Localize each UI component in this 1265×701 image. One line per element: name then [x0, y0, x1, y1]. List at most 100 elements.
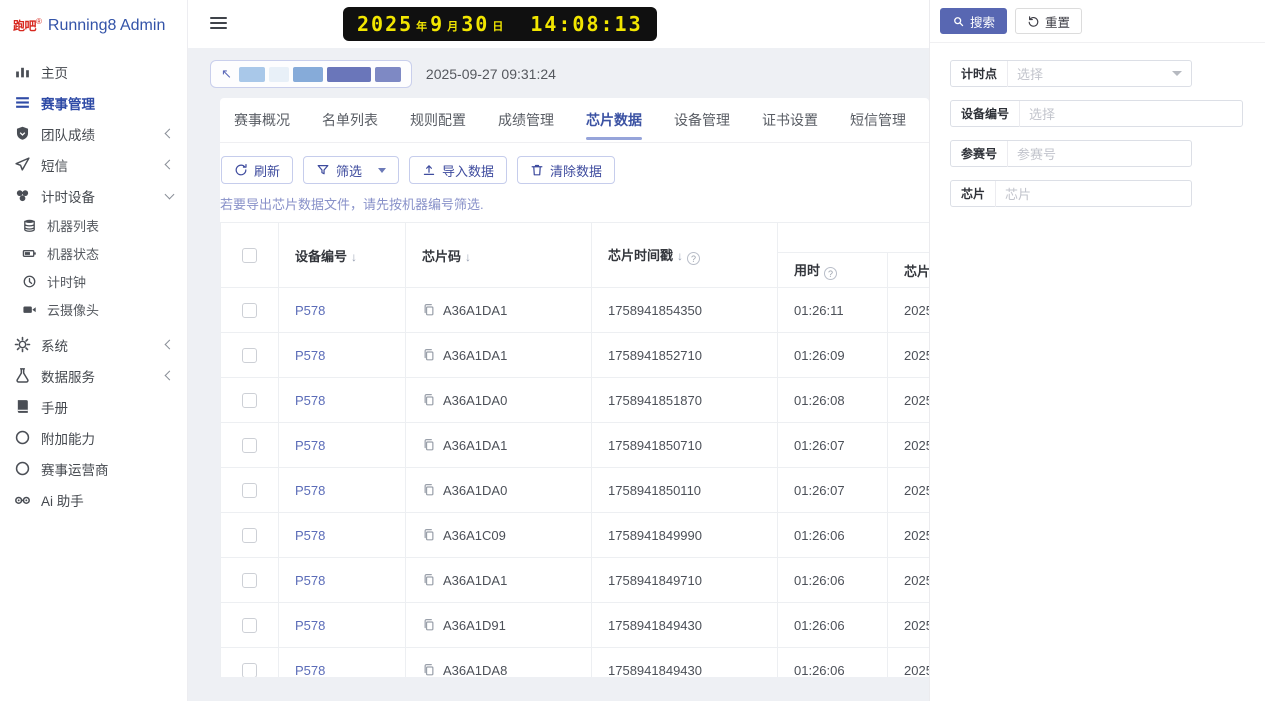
hamburger-menu-icon[interactable] [210, 17, 227, 32]
filter-field-label: 计时点 [961, 67, 998, 81]
col-header-device-label: 设备编号 [295, 248, 348, 264]
copy-icon[interactable] [422, 573, 436, 587]
sidebar-item[interactable]: 数据服务 [0, 360, 187, 391]
tab-item[interactable]: 规则配置 [410, 98, 466, 142]
row-checkbox[interactable] [242, 618, 257, 634]
sidebar-item-label: 系统 [41, 338, 68, 354]
filter-select[interactable]: 选择 [1020, 104, 1242, 123]
sidebar-item[interactable]: 短信 [0, 149, 187, 180]
duration-cell: 01:26:06 [777, 602, 888, 648]
sidebar-item[interactable]: 手册 [0, 391, 187, 422]
row-checkbox[interactable] [242, 438, 257, 454]
reset-button[interactable]: 重置 [1015, 8, 1083, 34]
tab-item[interactable]: 成绩管理 [498, 98, 554, 142]
filter-button[interactable]: 筛选 [303, 156, 400, 184]
chip-timestamp-cell: 1758941849710 [591, 557, 778, 603]
search-button[interactable]: 搜索 [940, 8, 1008, 34]
sort-down-icon[interactable]: ↓ [465, 250, 471, 264]
refresh-button[interactable]: 刷新 [221, 156, 294, 184]
copy-icon[interactable] [422, 303, 436, 317]
sidebar-item-label: 赛事运营商 [41, 462, 109, 478]
col-header-device: 设备编号 ↓ [278, 222, 406, 288]
upload-button[interactable]: 导入数据 [409, 156, 508, 184]
sidebar-item[interactable]: 机器列表 [0, 211, 187, 239]
sidebar-item[interactable]: 计时钟 [0, 267, 187, 295]
chip-code: A36A1DA1 [422, 303, 575, 318]
tab-item[interactable]: 赛事概况 [234, 98, 290, 142]
redacted-event-name-block [268, 66, 289, 82]
copy-icon[interactable] [422, 393, 436, 407]
device-link[interactable]: P578 [295, 348, 325, 363]
duration-cell: 01:26:07 [777, 467, 888, 513]
sidebar-item[interactable]: 主页 [0, 56, 187, 87]
device-link[interactable]: P578 [295, 393, 325, 408]
sidebar-item[interactable]: Ai 助手 [0, 484, 187, 515]
row-select-cell [220, 377, 279, 423]
sort-down-icon[interactable]: ↓ [677, 249, 683, 263]
device-link[interactable]: P578 [295, 438, 325, 453]
chevron-down-icon [1172, 71, 1182, 76]
table-row: P578 A36A1C09 175894184999001:26:062025-0 [220, 512, 929, 558]
chip-date-cell: 2025-0 [887, 377, 929, 423]
filter-input[interactable]: 芯片 [996, 184, 1191, 203]
row-checkbox[interactable] [242, 303, 257, 319]
select-all-checkbox[interactable] [242, 248, 257, 264]
device-link[interactable]: P578 [295, 483, 325, 498]
chevron-left-icon [164, 128, 175, 139]
sidebar-item[interactable]: 赛事管理 [0, 87, 187, 118]
row-checkbox[interactable] [242, 393, 257, 409]
sidebar-item-label: 机器列表 [47, 218, 100, 234]
tab-active[interactable]: 芯片数据 [586, 98, 642, 142]
chip-timestamp-cell: 1758941849430 [591, 647, 778, 677]
sidebar-item[interactable]: 赛事运营商 [0, 453, 187, 484]
device-link[interactable]: P578 [295, 573, 325, 588]
row-checkbox[interactable] [242, 483, 257, 499]
sort-down-icon[interactable]: ↓ [351, 250, 357, 264]
sidebar-item[interactable]: 计时设备 [0, 180, 187, 211]
copy-icon[interactable] [422, 528, 436, 542]
tab-item[interactable]: 设备管理 [674, 98, 730, 142]
copy-icon[interactable] [422, 438, 436, 452]
chip-cell-td: A36A1DA0 [405, 377, 592, 423]
duration-cell: 01:26:06 [777, 512, 888, 558]
list-icon [14, 94, 31, 111]
redacted-event-name-block [374, 66, 401, 82]
duration-cell: 01:26:06 [777, 557, 888, 603]
device-cell: P578 [278, 287, 406, 333]
tab-item[interactable]: 证书设置 [762, 98, 818, 142]
event-bar: ↖ 2025-09-27 09:31:24 [210, 60, 929, 88]
row-checkbox[interactable] [242, 573, 257, 589]
device-link[interactable]: P578 [295, 663, 325, 678]
help-circle-icon[interactable]: ? [687, 252, 701, 266]
chip-code-text: A36A1DA1 [443, 347, 508, 363]
chevron-left-icon [164, 339, 175, 350]
sidebar-item[interactable]: 机器状态 [0, 239, 187, 267]
tab-item[interactable]: 短信管理 [850, 98, 906, 142]
sidebar-item[interactable]: 团队成绩 [0, 118, 187, 149]
row-checkbox[interactable] [242, 348, 257, 364]
row-checkbox[interactable] [242, 528, 257, 544]
bar-chart-icon [14, 63, 31, 80]
filter-input[interactable]: 参赛号 [1008, 144, 1191, 163]
copy-icon[interactable] [422, 483, 436, 497]
copy-icon[interactable] [422, 663, 436, 677]
device-link[interactable]: P578 [295, 618, 325, 633]
toolbar-button-label: 筛选 [336, 163, 363, 179]
sidebar-item[interactable]: 系统 [0, 329, 187, 360]
copy-icon[interactable] [422, 618, 436, 632]
help-circle-icon[interactable]: ? [824, 267, 838, 281]
event-selector-button[interactable]: ↖ [210, 60, 412, 88]
clock-icon [22, 274, 37, 289]
filter-select[interactable]: 选择 [1008, 64, 1172, 83]
filter-field-label: 芯片 [961, 187, 986, 201]
tab-item[interactable]: 名单列表 [322, 98, 378, 142]
export-hint-text: 若要导出芯片数据文件，请先按机器编号筛选. [220, 197, 484, 212]
device-link[interactable]: P578 [295, 303, 325, 318]
sidebar-item[interactable]: 附加能力 [0, 422, 187, 453]
copy-icon[interactable] [422, 348, 436, 362]
trash-button[interactable]: 清除数据 [517, 156, 616, 184]
app-title: Running8 Admin [47, 17, 166, 34]
device-link[interactable]: P578 [295, 528, 325, 543]
row-checkbox[interactable] [242, 663, 257, 677]
sidebar-item[interactable]: 云摄像头 [0, 295, 187, 323]
